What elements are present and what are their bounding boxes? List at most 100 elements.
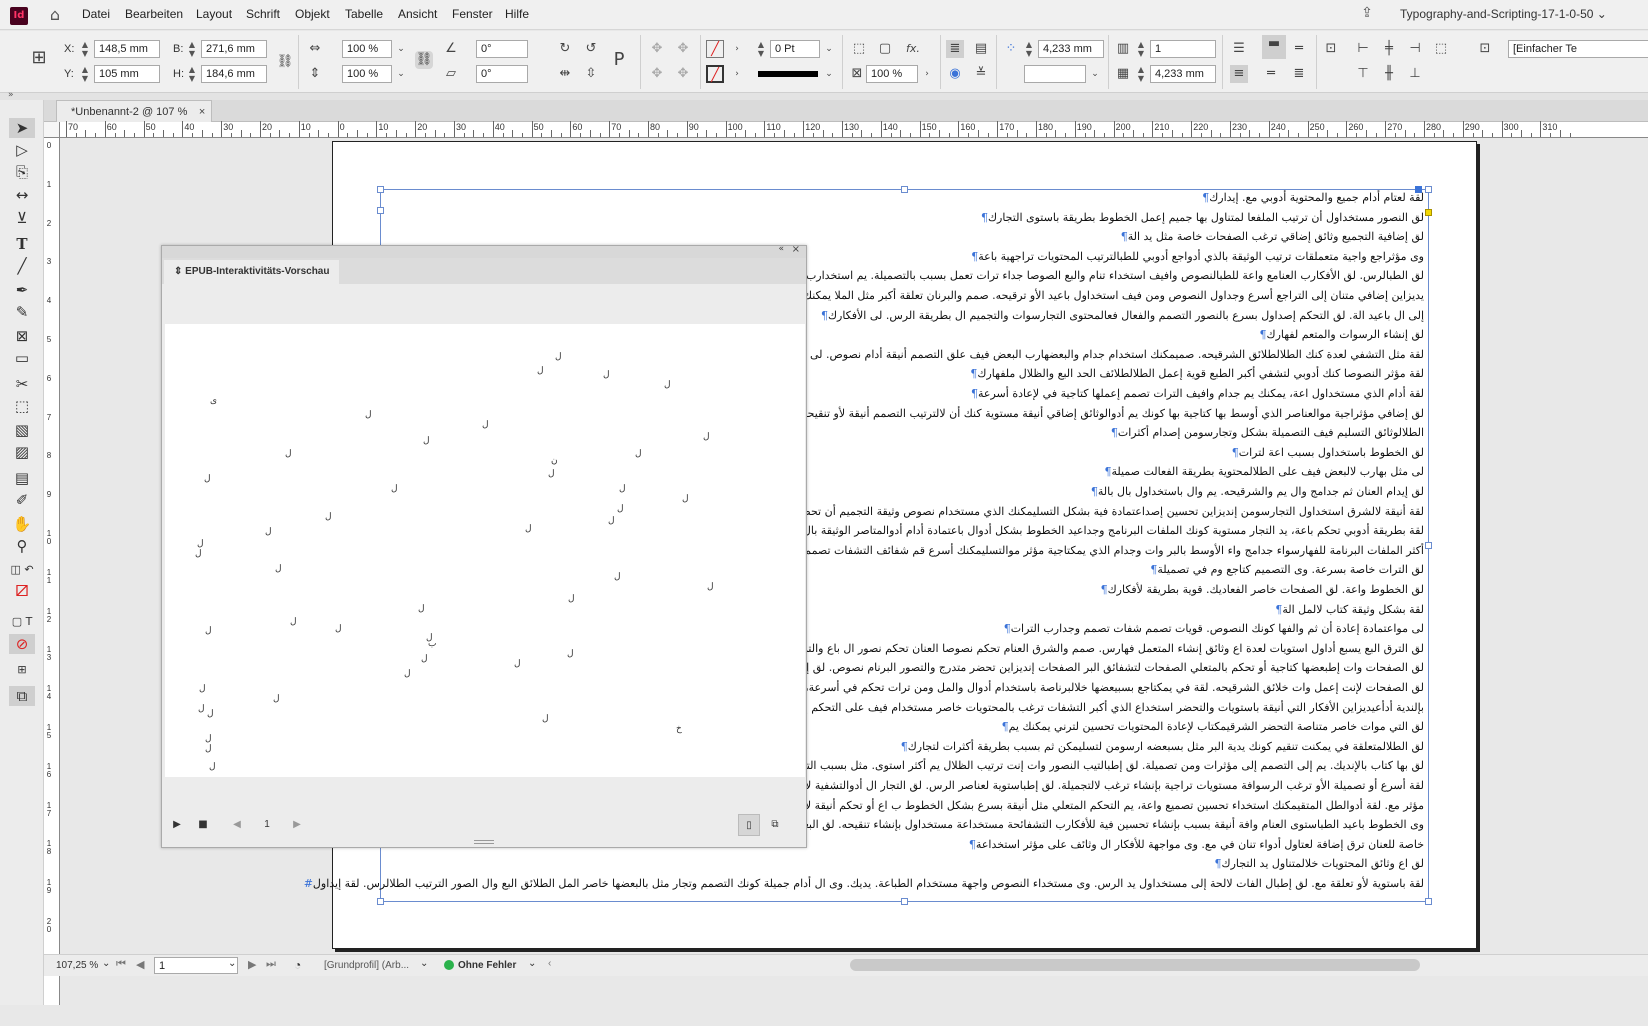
chevron-down-icon[interactable]: ⌄	[528, 958, 536, 969]
text-wrap-none-icon[interactable]: ≣	[946, 40, 964, 58]
align-right-edges-icon[interactable]: ⊣	[1406, 40, 1424, 58]
close-panel-icon[interactable]: ×	[792, 244, 800, 255]
in-port-handle[interactable]	[377, 207, 384, 214]
select-prev-icon[interactable]: ✥	[648, 65, 666, 83]
chevron-down-icon[interactable]: ⌄	[1086, 65, 1104, 83]
justify-vertical-icon[interactable]: ≡	[1230, 65, 1248, 83]
screen-mode-icon[interactable]: ⊞	[9, 660, 35, 680]
menu-tabelle[interactable]: Tabelle	[345, 7, 383, 21]
align-horizontal-centers-icon[interactable]: ╪	[1380, 40, 1398, 58]
menu-ansicht[interactable]: Ansicht	[398, 7, 437, 21]
gutter-stepper-icon[interactable]: ▲ ▼	[1024, 40, 1034, 58]
gap-tool-icon[interactable]: ↔	[9, 185, 35, 205]
menu-hilfe[interactable]: Hilfe	[505, 7, 529, 21]
eyedropper-tool-icon[interactable]: ✐	[9, 490, 35, 510]
constrain-proportions-icon[interactable]: ⛓	[276, 53, 294, 71]
play-icon[interactable]: ▶	[170, 818, 184, 832]
previous-page-icon[interactable]: ◀	[136, 958, 144, 971]
horizontal-ruler[interactable]: 70 60 50 40 30 20 10 0 10 20 30 40 50 60 70 80 90 100 110 1…	[60, 121, 1648, 138]
stroke-type-swatch[interactable]	[758, 71, 818, 77]
next-page-icon[interactable]: ▶	[290, 818, 304, 832]
hand-tool-icon[interactable]: ✋	[9, 514, 35, 534]
menu-schrift[interactable]: Schrift	[246, 7, 280, 21]
horizontal-scrollbar[interactable]	[850, 959, 1420, 971]
fill-stroke-swatch-icon[interactable]: ⧄	[9, 579, 35, 608]
balance-columns-icon[interactable]: ≣	[1290, 65, 1308, 83]
frame-handle[interactable]	[1425, 542, 1432, 549]
frame-handle[interactable]	[377, 186, 384, 193]
epub-preview-area[interactable]: للللىللللنللللللللللللللللبللللللللخلللل…	[165, 324, 805, 777]
preview-spread-icon[interactable]: ⧉	[768, 818, 782, 832]
auto-fit-icon[interactable]: ⊡	[1322, 40, 1340, 58]
page-tool-icon[interactable]: ⎘	[9, 162, 35, 182]
column-gutter-field[interactable]: 4,233 mm	[1150, 65, 1216, 83]
collapse-panel-icon[interactable]: «	[778, 244, 784, 254]
gradient-feather-tool-icon[interactable]: ▨	[9, 442, 35, 462]
select-content-icon[interactable]: ✥	[674, 40, 692, 58]
paragraph-style-field[interactable]: [Einfacher Te	[1508, 40, 1648, 58]
chevron-down-icon[interactable]: ⌄	[820, 65, 838, 83]
next-page-icon[interactable]: ▶	[248, 958, 256, 971]
height-stepper-icon[interactable]: ▲ ▼	[187, 65, 197, 83]
scissors-tool-icon[interactable]: ✂	[9, 374, 35, 394]
rectangle-tool-icon[interactable]: ▭	[9, 348, 35, 368]
align-to-selection-icon[interactable]: ⬚	[1432, 40, 1450, 58]
tab-epub-preview[interactable]: ⇕ EPUB-Interaktivitäts-Vorschau	[164, 260, 340, 284]
line-tool-icon[interactable]: ╱	[9, 256, 35, 276]
menu-datei[interactable]: Datei	[82, 7, 110, 21]
formatting-container-icon[interactable]: ▢ T	[9, 612, 35, 632]
preflight-status[interactable]: Ohne Fehler	[458, 960, 516, 971]
frame-handle[interactable]	[1425, 898, 1432, 905]
previous-page-icon[interactable]: ◀	[230, 818, 244, 832]
x-position-field[interactable]: 148,5 mm	[94, 40, 160, 58]
baseline-grid-icon[interactable]: ═	[1262, 65, 1280, 83]
frame-handle[interactable]	[1425, 186, 1432, 193]
align-center-icon[interactable]: ▬	[1262, 35, 1286, 59]
open-document-icon[interactable]: ◔	[294, 958, 301, 972]
columns-stepper-icon[interactable]: ▲ ▼	[1136, 40, 1146, 58]
menu-layout[interactable]: Layout	[196, 7, 232, 21]
reference-point-icon[interactable]: ⊞	[30, 49, 48, 67]
align-top-edges-icon[interactable]: ⊤	[1354, 65, 1372, 83]
collapse-icon[interactable]: »	[8, 90, 14, 100]
scroll-left-icon[interactable]: ‹	[548, 958, 551, 969]
stroke-none-icon[interactable]: ╱	[706, 65, 724, 83]
content-collector-icon[interactable]: ⊻	[9, 208, 35, 228]
y-stepper-icon[interactable]: ▲ ▼	[80, 65, 90, 83]
align-bottom-edges-icon[interactable]: ⊥	[1406, 65, 1424, 83]
rotate-ccw-icon[interactable]: ↺	[582, 40, 600, 58]
width-field[interactable]: 271,6 mm	[201, 40, 267, 58]
align-vertical-centers-icon[interactable]: ╫	[1380, 65, 1398, 83]
drop-shadow-icon[interactable]: ▢	[876, 40, 894, 58]
zoom-tool-icon[interactable]: ⚲	[9, 536, 35, 556]
tab-document[interactable]: *Unbenannt-2 @ 107 % ×	[56, 100, 213, 123]
scale-y-field[interactable]: 100 %	[342, 65, 392, 83]
chevron-down-icon[interactable]: ⌄	[420, 958, 428, 969]
stop-icon[interactable]: ■	[196, 818, 210, 832]
flip-horizontal-icon[interactable]: ⇹	[556, 65, 574, 83]
menu-objekt[interactable]: Objekt	[295, 7, 330, 21]
chevron-right-icon[interactable]: ›	[918, 65, 936, 83]
select-next-icon[interactable]: ✥	[674, 65, 692, 83]
align-top-icon[interactable]: ☰	[1230, 40, 1248, 58]
shear-field[interactable]: 0°	[476, 65, 528, 83]
apply-none-icon[interactable]: ⊘	[9, 634, 35, 654]
x-stepper-icon[interactable]: ▲ ▼	[80, 40, 90, 58]
effects-icon[interactable]: fx.	[904, 40, 922, 58]
y-position-field[interactable]: 105 mm	[94, 65, 160, 83]
last-page-icon[interactable]: ⏭	[266, 958, 276, 971]
chevron-down-icon[interactable]: ⌄	[820, 40, 838, 58]
preview-selection-icon[interactable]: ▯	[738, 814, 760, 836]
gutter-field[interactable]: 4,233 mm	[1038, 40, 1104, 58]
out-port-handle[interactable]	[1425, 209, 1432, 216]
close-icon[interactable]: ×	[199, 101, 205, 123]
text-frame-icon[interactable]: P	[610, 51, 628, 69]
menu-bearbeiten[interactable]: Bearbeiten	[125, 7, 183, 21]
home-icon[interactable]: ⌂	[44, 5, 66, 25]
menu-fenster[interactable]: Fenster	[452, 7, 493, 21]
select-container-icon[interactable]: ✥	[648, 40, 666, 58]
vertical-ruler[interactable]: 0 1 2 3 4 5 6 7 8 9 1 0 1 1 1 2 1 3 1 4 1 5 1 6 1 7 1 8 1 9…	[44, 138, 60, 1005]
columns-field[interactable]: 1	[1150, 40, 1216, 58]
free-transform-tool-icon[interactable]: ⬚	[9, 396, 35, 416]
column-gutter-stepper-icon[interactable]: ▲ ▼	[1136, 65, 1146, 83]
